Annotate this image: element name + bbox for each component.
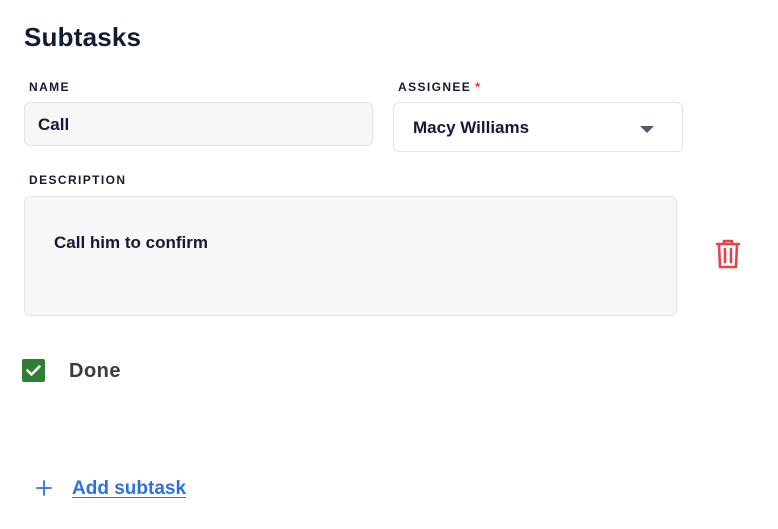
checkmark-icon	[26, 365, 41, 376]
description-label: DESCRIPTION	[29, 173, 126, 187]
required-marker: *	[475, 80, 482, 94]
trash-icon[interactable]	[714, 238, 742, 270]
plus-icon[interactable]	[34, 478, 54, 498]
assignee-label-text: ASSIGNEE	[398, 80, 472, 94]
name-label-text: NAME	[29, 80, 70, 94]
description-textarea[interactable]: Call him to confirm	[24, 196, 677, 316]
caret-down-icon	[640, 126, 654, 133]
description-label-text: DESCRIPTION	[29, 173, 127, 187]
add-subtask-link[interactable]: Add subtask	[72, 478, 186, 500]
assignee-select[interactable]: Macy Williams	[393, 102, 683, 152]
name-label: NAME	[29, 80, 70, 94]
done-label[interactable]: Done	[69, 360, 121, 383]
assignee-label: ASSIGNEE *	[398, 80, 481, 94]
done-checkbox[interactable]	[22, 359, 45, 382]
section-title: Subtasks	[24, 22, 142, 52]
assignee-selected-value: Macy Williams	[413, 118, 530, 137]
name-input[interactable]: Call	[24, 102, 373, 146]
